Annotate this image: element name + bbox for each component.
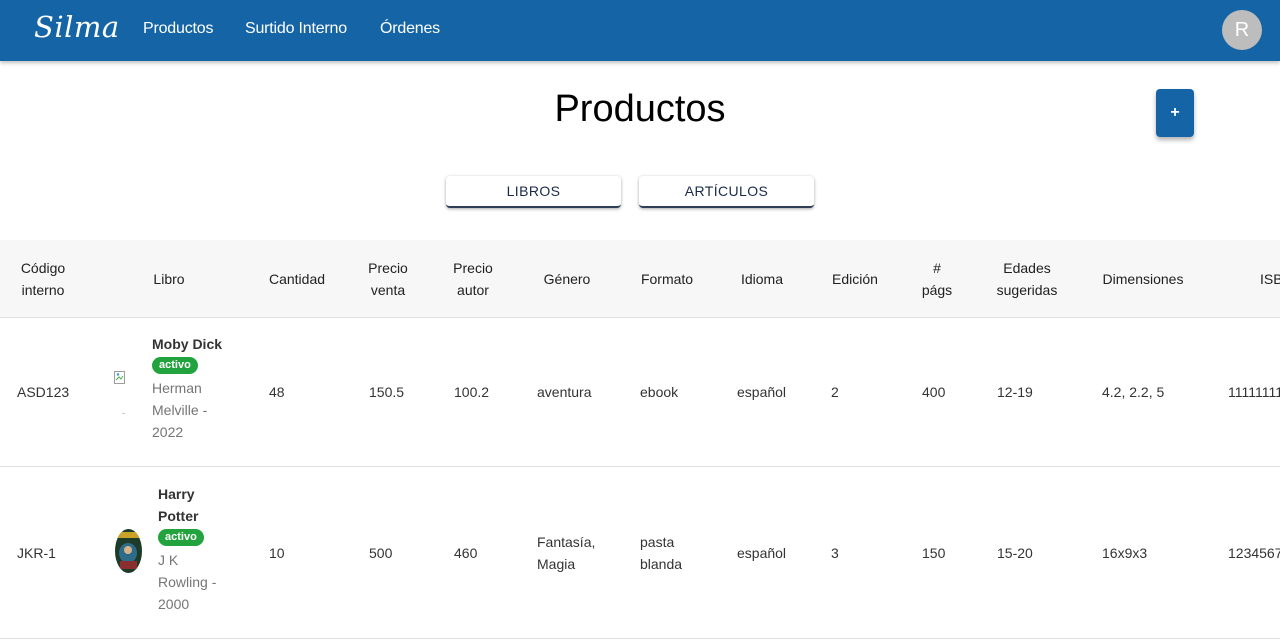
cell-edicion: 3 xyxy=(831,544,839,561)
header-precio-venta[interactable]: Precio venta xyxy=(366,240,410,318)
tab-articulos[interactable]: ARTÍCULOS xyxy=(639,176,814,208)
cell-codigo: JKR-1 xyxy=(17,544,56,561)
table-row[interactable]: ASD123 - Moby Dick activo Herman Melvill… xyxy=(0,318,1280,467)
header-dimensiones[interactable]: Dimensiones xyxy=(1098,240,1188,318)
header-isbn[interactable]: ISBN xyxy=(1260,240,1280,318)
book-title[interactable]: Harry Potter xyxy=(158,483,216,527)
broken-image-icon xyxy=(114,371,128,385)
book-cover-image xyxy=(115,529,142,573)
cell-edades: 12-19 xyxy=(997,384,1033,400)
cell-paginas: 150 xyxy=(922,544,946,561)
cell-cantidad: 10 xyxy=(269,544,285,561)
cell-cantidad: 48 xyxy=(269,384,285,400)
brand-logo[interactable]: Silma xyxy=(34,10,120,44)
cell-precio-venta: 500 xyxy=(369,544,393,561)
cell-libro[interactable]: Harry Potter activo J K Rowling - 2000 xyxy=(158,483,216,615)
header-idioma[interactable]: Idioma xyxy=(737,240,787,318)
cell-idioma: español xyxy=(737,544,787,561)
cell-precio-autor: 460 xyxy=(454,544,478,561)
header-precio-autor[interactable]: Precio autor xyxy=(451,240,495,318)
table-header: Código interno Libro Cantidad Precio venta… xyxy=(0,240,1280,318)
cell-dimensiones: 16x9x3 xyxy=(1102,544,1148,561)
table-row[interactable]: JKR-1 Harry Potter activo J K Rowling - … xyxy=(0,467,1280,639)
cell-edades: 15-20 xyxy=(997,544,1033,561)
cell-isbn: 1234567 xyxy=(1228,544,1280,561)
cell-paginas: 400 xyxy=(922,384,946,400)
book-author: J K Rowling - 2000 xyxy=(158,552,217,612)
header-paginas[interactable]: # págs xyxy=(918,240,956,318)
cell-isbn: 11111111 xyxy=(1228,384,1280,400)
cell-precio-venta: 150.5 xyxy=(369,384,405,400)
avatar[interactable]: R xyxy=(1222,10,1262,50)
cell-precio-autor: 100.2 xyxy=(454,384,490,400)
cell-edicion: 2 xyxy=(831,384,839,400)
header-edicion[interactable]: Edición xyxy=(828,240,882,318)
cell-codigo: ASD123 xyxy=(17,384,70,400)
book-title[interactable]: Moby Dick xyxy=(152,333,222,355)
header-edades-sugeridas[interactable]: Edades sugeridas xyxy=(992,240,1062,318)
nav-link-surtido-interno[interactable]: Surtido Interno xyxy=(245,20,347,38)
nav-link-ordenes[interactable]: Órdenes xyxy=(380,20,440,38)
top-navbar: Silma Productos Surtido Interno Órdenes … xyxy=(0,0,1280,61)
page-title: Productos xyxy=(554,88,726,130)
book-author: Herman Melville - 2022 xyxy=(152,380,208,440)
add-product-button[interactable]: + xyxy=(1156,89,1194,137)
status-badge: activo xyxy=(152,357,198,374)
header-genero[interactable]: Género xyxy=(540,240,594,318)
nav-link-productos[interactable]: Productos xyxy=(143,20,213,38)
cell-genero: Fantasía, Magia xyxy=(537,533,596,572)
header-libro[interactable]: Libro xyxy=(150,240,188,318)
header-cantidad[interactable]: Cantidad xyxy=(266,240,328,318)
image-placeholder-mark: - xyxy=(122,408,125,418)
header-codigo-interno[interactable]: Código interno xyxy=(14,240,72,318)
cell-genero: aventura xyxy=(537,384,592,400)
cell-formato: pasta blanda xyxy=(640,533,683,572)
cell-formato: ebook xyxy=(640,384,679,400)
tab-libros[interactable]: LIBROS xyxy=(446,176,621,208)
cell-libro[interactable]: Moby Dick activo Herman Melville - 2022 xyxy=(152,333,222,443)
cell-idioma: español xyxy=(737,384,787,400)
header-formato[interactable]: Formato xyxy=(637,240,697,318)
cell-dimensiones: 4.2, 2.2, 5 xyxy=(1102,384,1165,400)
status-badge: activo xyxy=(158,529,204,546)
